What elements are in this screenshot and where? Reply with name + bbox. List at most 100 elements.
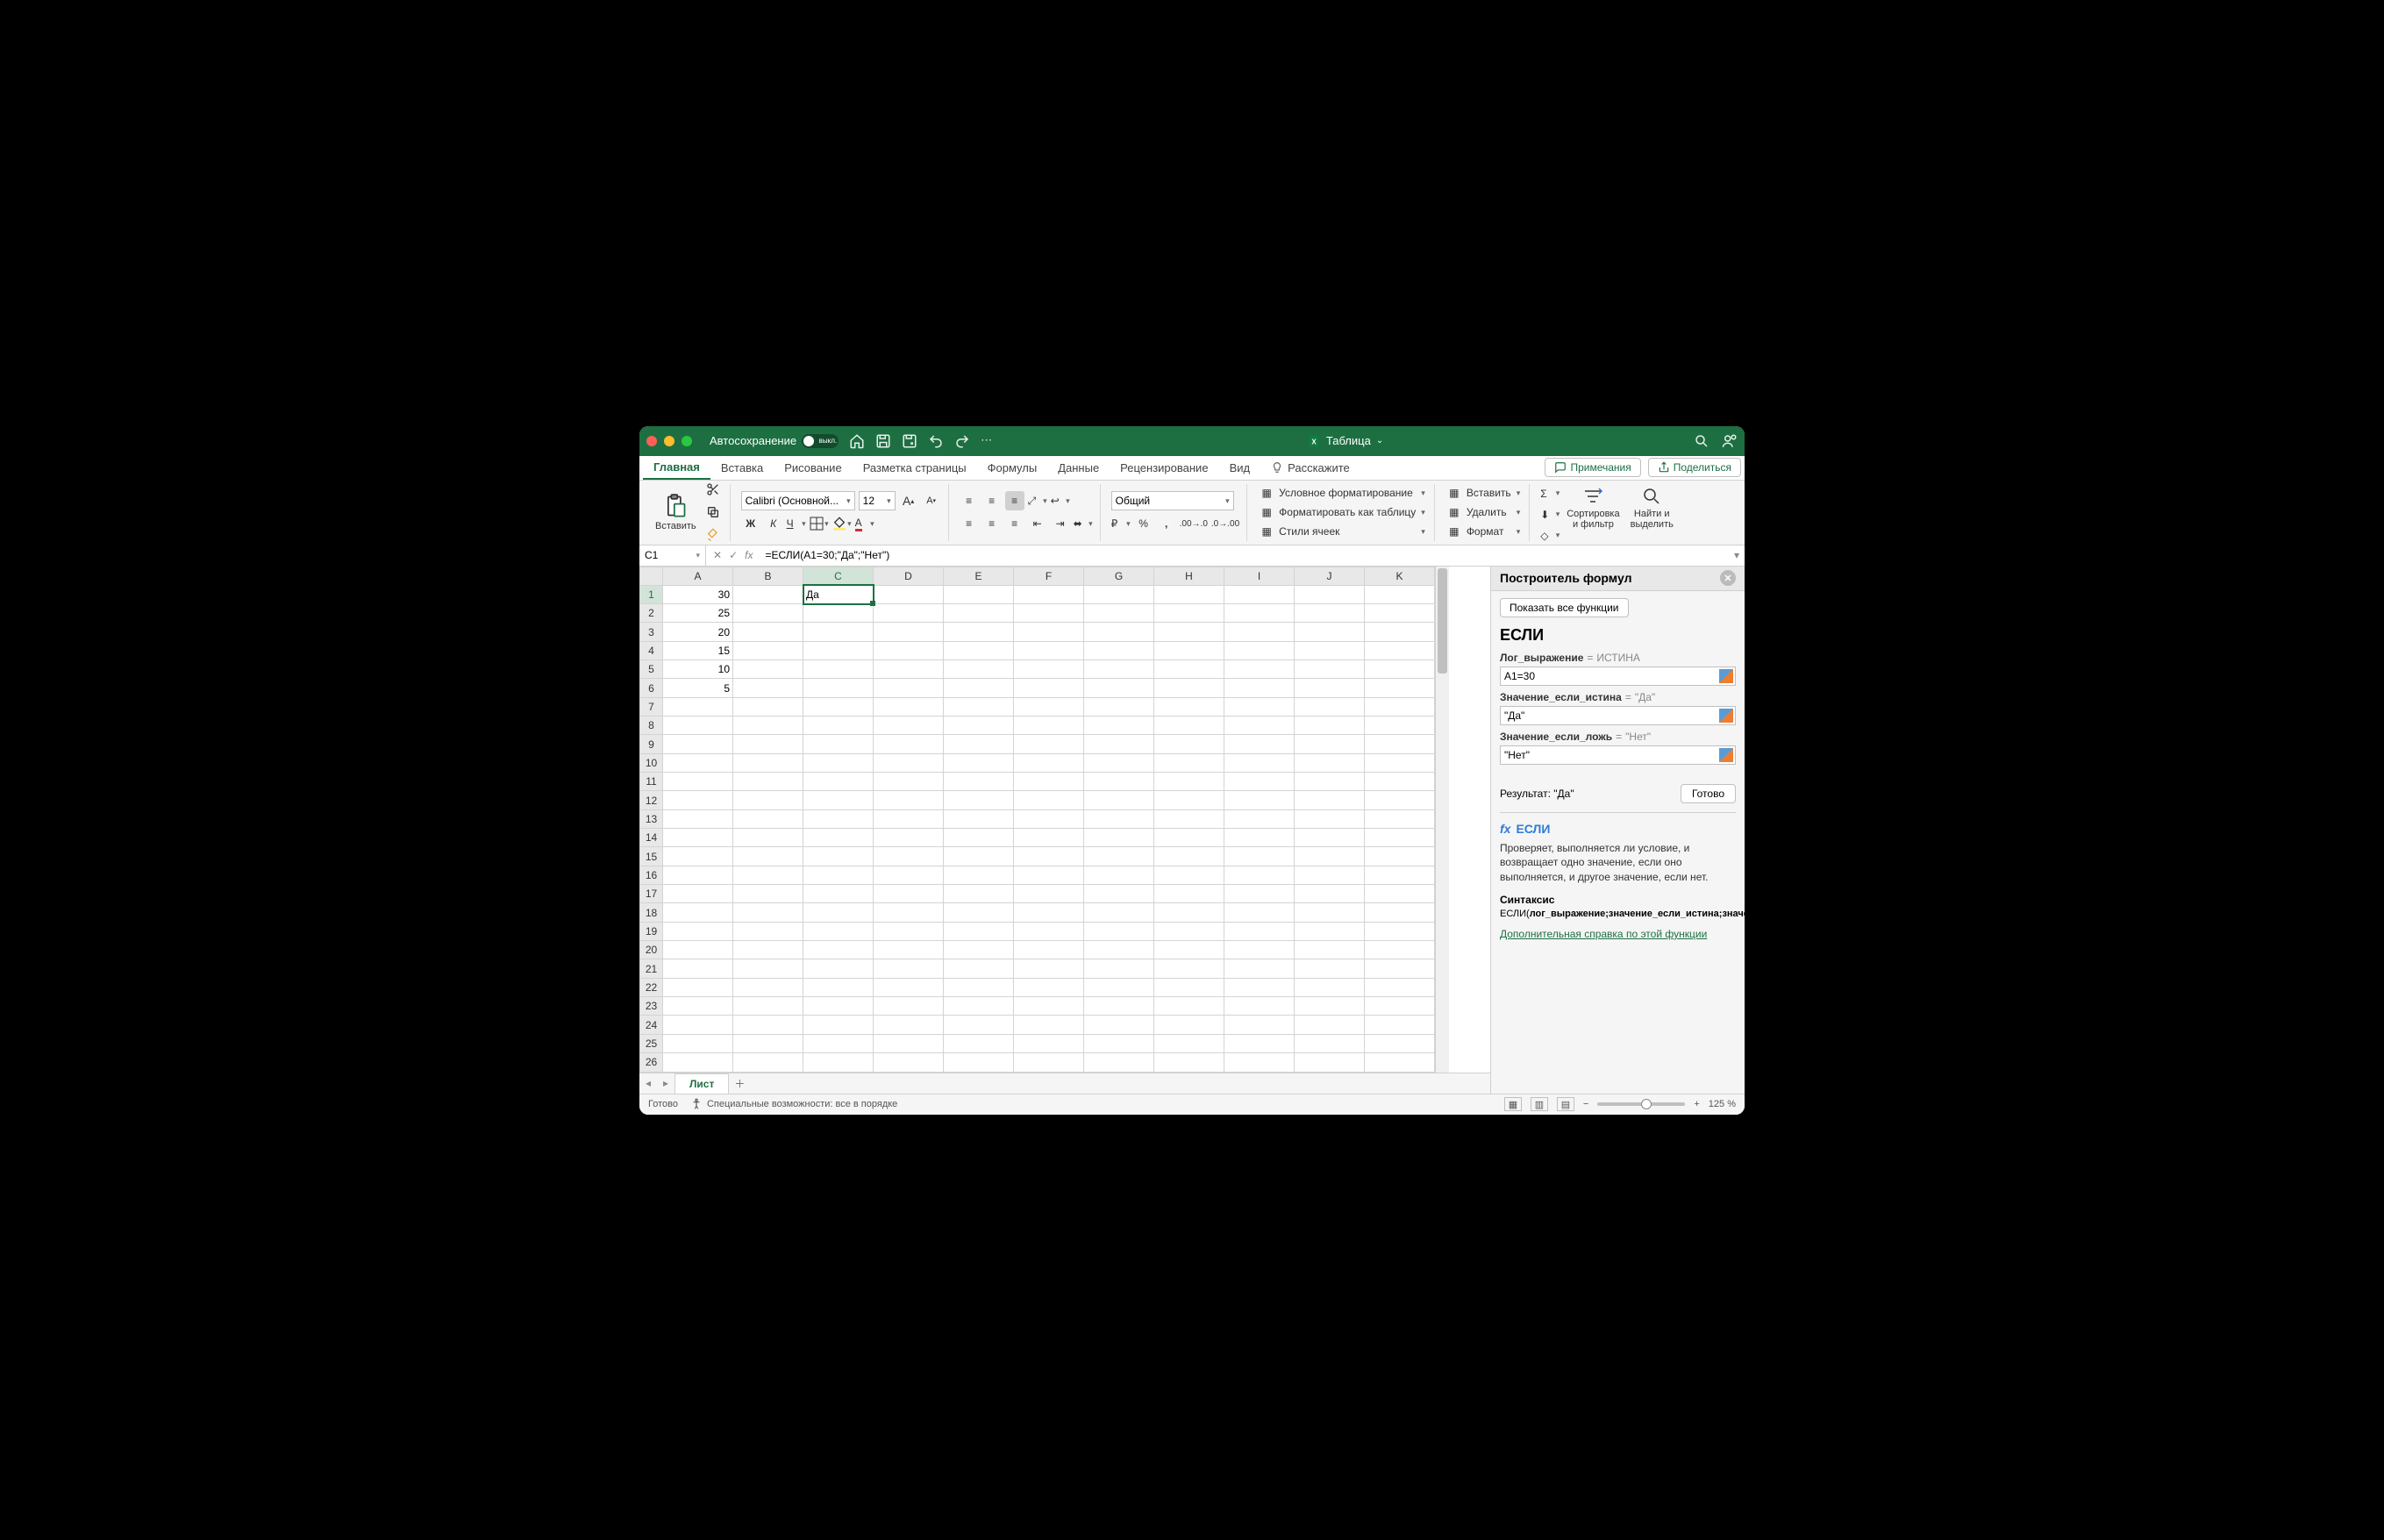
formula-input[interactable]: =ЕСЛИ(A1=30;"Да";"Нет") bbox=[760, 545, 1729, 566]
cell-J22[interactable] bbox=[1295, 978, 1365, 996]
comma-button[interactable]: , bbox=[1157, 514, 1176, 533]
cell-E23[interactable] bbox=[944, 997, 1014, 1016]
cell-J16[interactable] bbox=[1295, 866, 1365, 884]
row-header[interactable]: 6 bbox=[640, 679, 663, 697]
increase-font-button[interactable]: A▴ bbox=[899, 491, 918, 510]
cell-J24[interactable] bbox=[1295, 1016, 1365, 1034]
cell-K1[interactable] bbox=[1365, 585, 1435, 603]
cell-J14[interactable] bbox=[1295, 829, 1365, 847]
cell-G21[interactable] bbox=[1084, 959, 1154, 978]
column-header[interactable]: F bbox=[1014, 567, 1084, 585]
align-bottom-button[interactable]: ≡ bbox=[1005, 491, 1024, 510]
cell-C11[interactable] bbox=[803, 773, 874, 791]
cell-J25[interactable] bbox=[1295, 1034, 1365, 1052]
cell-E4[interactable] bbox=[944, 641, 1014, 659]
cell-I18[interactable] bbox=[1224, 903, 1295, 922]
cell-K14[interactable] bbox=[1365, 829, 1435, 847]
cell-H4[interactable] bbox=[1154, 641, 1224, 659]
cell-F25[interactable] bbox=[1014, 1034, 1084, 1052]
cell-E1[interactable] bbox=[944, 585, 1014, 603]
cell-J12[interactable] bbox=[1295, 791, 1365, 809]
format-as-table-button[interactable]: ▦Форматировать как таблицу▾ bbox=[1258, 504, 1427, 520]
cell-J4[interactable] bbox=[1295, 641, 1365, 659]
cell-G20[interactable] bbox=[1084, 941, 1154, 959]
share-button[interactable]: Поделиться bbox=[1648, 458, 1741, 477]
cell-F3[interactable] bbox=[1014, 623, 1084, 641]
row-header[interactable]: 7 bbox=[640, 697, 663, 716]
decrease-font-button[interactable]: A▾ bbox=[922, 491, 941, 510]
undo-icon[interactable] bbox=[928, 433, 944, 449]
comments-button[interactable]: Примечания bbox=[1545, 458, 1640, 477]
row-header[interactable]: 14 bbox=[640, 829, 663, 847]
cell-D25[interactable] bbox=[874, 1034, 944, 1052]
copy-button[interactable] bbox=[703, 503, 723, 522]
cell-A23[interactable] bbox=[663, 997, 733, 1016]
cell-D23[interactable] bbox=[874, 997, 944, 1016]
name-box[interactable]: C1▾ bbox=[639, 545, 706, 566]
align-top-button[interactable]: ≡ bbox=[960, 491, 979, 510]
italic-button[interactable]: К bbox=[764, 514, 783, 533]
tab-formulas[interactable]: Формулы bbox=[977, 456, 1048, 480]
zoom-in-button[interactable]: + bbox=[1694, 1099, 1699, 1109]
cell-K24[interactable] bbox=[1365, 1016, 1435, 1034]
cell-D16[interactable] bbox=[874, 866, 944, 884]
cell-D14[interactable] bbox=[874, 829, 944, 847]
cell-G4[interactable] bbox=[1084, 641, 1154, 659]
cell-C10[interactable] bbox=[803, 753, 874, 772]
cell-J26[interactable] bbox=[1295, 1053, 1365, 1072]
cell-G7[interactable] bbox=[1084, 697, 1154, 716]
cell-G6[interactable] bbox=[1084, 679, 1154, 697]
currency-button[interactable]: ₽▾ bbox=[1111, 514, 1131, 533]
vertical-scrollbar[interactable] bbox=[1435, 567, 1449, 1073]
sheet-nav-next[interactable]: ▸ bbox=[657, 1077, 675, 1089]
cell-H21[interactable] bbox=[1154, 959, 1224, 978]
row-header[interactable]: 9 bbox=[640, 735, 663, 753]
cell-D4[interactable] bbox=[874, 641, 944, 659]
autosave-toggle[interactable]: выкл. bbox=[802, 434, 839, 448]
number-format-combo[interactable]: Общий▾ bbox=[1111, 491, 1234, 510]
cell-E15[interactable] bbox=[944, 847, 1014, 866]
status-accessibility[interactable]: Специальные возможности: все в порядке bbox=[690, 1098, 897, 1110]
cell-G25[interactable] bbox=[1084, 1034, 1154, 1052]
cell-H11[interactable] bbox=[1154, 773, 1224, 791]
cell-E20[interactable] bbox=[944, 941, 1014, 959]
cell-F1[interactable] bbox=[1014, 585, 1084, 603]
cell-K26[interactable] bbox=[1365, 1053, 1435, 1072]
cell-E11[interactable] bbox=[944, 773, 1014, 791]
zoom-out-button[interactable]: − bbox=[1583, 1099, 1588, 1109]
orientation-button[interactable]: ⤢▾ bbox=[1028, 491, 1047, 510]
save-as-icon[interactable] bbox=[902, 433, 917, 449]
cell-H15[interactable] bbox=[1154, 847, 1224, 866]
cell-F6[interactable] bbox=[1014, 679, 1084, 697]
cell-B22[interactable] bbox=[733, 978, 803, 996]
cell-A18[interactable] bbox=[663, 903, 733, 922]
cell-I8[interactable] bbox=[1224, 717, 1295, 735]
align-center-button[interactable]: ≡ bbox=[982, 514, 1002, 533]
cell-E26[interactable] bbox=[944, 1053, 1014, 1072]
fx-button[interactable]: fx bbox=[745, 549, 753, 561]
conditional-formatting-button[interactable]: ▦Условное форматирование▾ bbox=[1258, 485, 1427, 501]
cell-I5[interactable] bbox=[1224, 660, 1295, 679]
align-right-button[interactable]: ≡ bbox=[1005, 514, 1024, 533]
cell-D24[interactable] bbox=[874, 1016, 944, 1034]
cell-G8[interactable] bbox=[1084, 717, 1154, 735]
expand-formula-bar-button[interactable]: ▾ bbox=[1729, 549, 1745, 561]
cell-F23[interactable] bbox=[1014, 997, 1084, 1016]
cell-H17[interactable] bbox=[1154, 885, 1224, 903]
cell-A19[interactable] bbox=[663, 922, 733, 940]
cell-C20[interactable] bbox=[803, 941, 874, 959]
cell-D22[interactable] bbox=[874, 978, 944, 996]
cell-J8[interactable] bbox=[1295, 717, 1365, 735]
cell-B2[interactable] bbox=[733, 604, 803, 623]
align-left-button[interactable]: ≡ bbox=[960, 514, 979, 533]
row-header[interactable]: 21 bbox=[640, 959, 663, 978]
cell-G22[interactable] bbox=[1084, 978, 1154, 996]
tab-insert[interactable]: Вставка bbox=[710, 456, 774, 480]
cell-E12[interactable] bbox=[944, 791, 1014, 809]
cell-B25[interactable] bbox=[733, 1034, 803, 1052]
cell-A5[interactable]: 10 bbox=[663, 660, 733, 679]
cell-I26[interactable] bbox=[1224, 1053, 1295, 1072]
range-picker-icon[interactable] bbox=[1719, 709, 1733, 723]
cell-A20[interactable] bbox=[663, 941, 733, 959]
redo-icon[interactable] bbox=[954, 433, 970, 449]
